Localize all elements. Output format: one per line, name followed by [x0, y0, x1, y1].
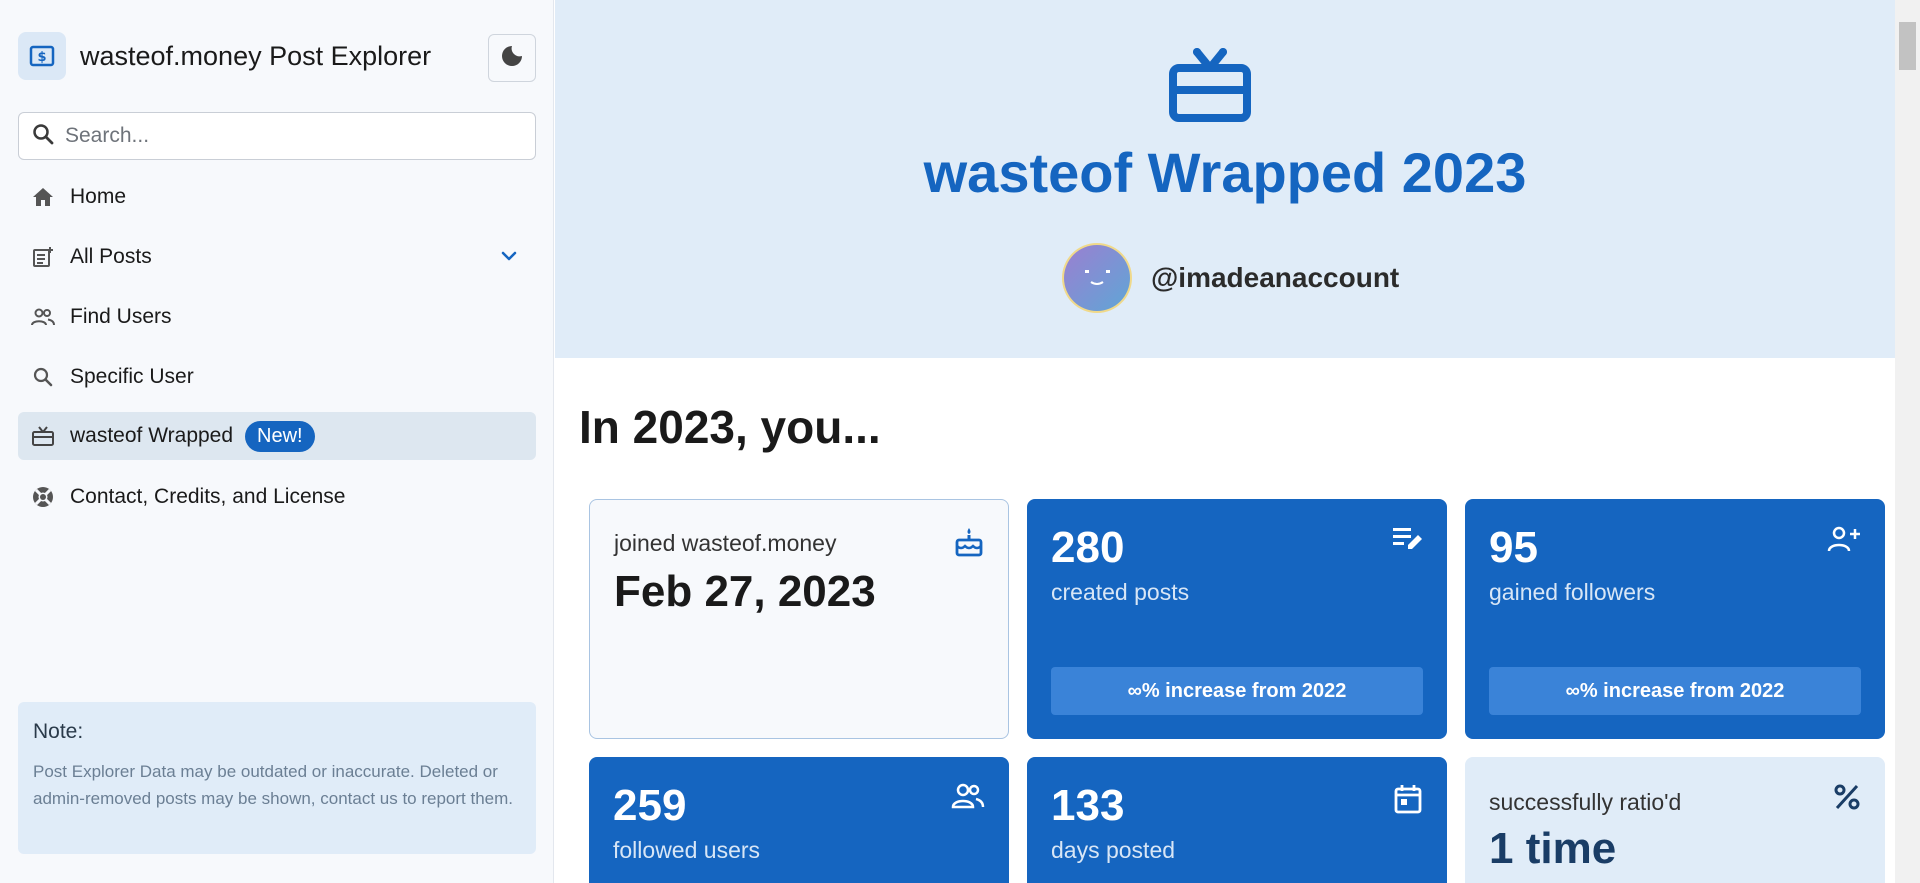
sidebar: $ wasteof.money Post Explorer Home All P…: [0, 0, 554, 883]
joined-label: joined wasteof.money: [614, 530, 837, 556]
people-icon: [951, 783, 985, 814]
days-label: days posted: [1051, 837, 1176, 863]
home-icon: [30, 184, 56, 210]
cake-icon: [954, 526, 984, 563]
nav-item-specific-user[interactable]: Specific User: [18, 353, 536, 401]
nav-item-home[interactable]: Home: [18, 173, 536, 221]
nav-label: Contact, Credits, and License: [70, 485, 346, 508]
brand[interactable]: $ wasteof.money Post Explorer: [18, 32, 431, 80]
joined-date: Feb 27, 2023: [614, 567, 876, 616]
nav-item-find-users[interactable]: Find Users: [18, 293, 536, 341]
page-title: wasteof Wrapped 2023: [923, 141, 1527, 204]
nav-label: Find Users: [70, 305, 172, 328]
followers-card: 95 gained followers ∞% increase from 202…: [1465, 499, 1885, 739]
edit-note-icon: [1391, 525, 1423, 558]
wrapped-hero: wasteof Wrapped 2023 @imadeanaccount: [555, 0, 1895, 358]
posts-change-badge: ∞% increase from 2022: [1051, 667, 1423, 715]
dollar-bill-icon: $: [18, 32, 66, 80]
nav-label: Home: [70, 185, 127, 208]
chevron-down-icon[interactable]: [498, 245, 520, 272]
posts-count: 280: [1051, 523, 1125, 572]
user-profile[interactable]: @imadeanaccount: [1061, 242, 1399, 314]
search-box[interactable]: [18, 112, 536, 160]
search-input[interactable]: [65, 124, 505, 148]
followers-change-badge: ∞% increase from 2022: [1489, 667, 1861, 715]
joined-card: joined wasteof.money Feb 27, 2023: [589, 499, 1009, 739]
gift-icon: [1169, 46, 1251, 129]
username: @imadeanaccount: [1151, 262, 1400, 293]
post-list-icon: [30, 244, 56, 270]
svg-text:$: $: [37, 50, 46, 65]
search-icon: [31, 122, 55, 151]
posts-card: 280 created posts ∞% increase from 2022: [1027, 499, 1447, 739]
main-content: wasteof Wrapped 2023 @imadeanaccount In …: [555, 0, 1895, 883]
nav-label: Specific User: [70, 365, 194, 388]
person-add-icon: [1827, 525, 1861, 558]
followers-label: gained followers: [1489, 579, 1656, 605]
gift-icon: [30, 423, 56, 449]
ratio-value: 1 time: [1489, 824, 1617, 873]
percent-icon: [1833, 783, 1861, 816]
days-count: 133: [1051, 781, 1125, 830]
scrollbar-thumb[interactable]: [1899, 22, 1916, 70]
search-icon: [30, 364, 56, 390]
following-card: 259 followed users: [589, 757, 1009, 883]
note-box: Note: Post Explorer Data may be outdated…: [18, 702, 536, 854]
ratio-label: successfully ratio'd: [1489, 789, 1682, 815]
nav-item-wasteof-wrapped[interactable]: wasteof Wrapped New!: [18, 412, 536, 460]
nav-item-all-posts[interactable]: All Posts: [18, 233, 536, 281]
moon-icon: [500, 44, 524, 73]
scrollbar[interactable]: [1895, 0, 1920, 883]
calendar-icon: [1393, 783, 1423, 820]
new-badge: New!: [245, 420, 315, 452]
followers-count: 95: [1489, 523, 1538, 572]
app-title: wasteof.money Post Explorer: [80, 40, 432, 71]
following-count: 259: [613, 781, 687, 830]
nav-label: wasteof Wrapped: [70, 424, 234, 447]
avatar[interactable]: [1061, 242, 1133, 314]
ratio-card: successfully ratio'd 1 time: [1465, 757, 1885, 883]
days-card: 133 days posted: [1027, 757, 1447, 883]
nav-label: All Posts: [70, 245, 152, 268]
users-icon: [30, 304, 56, 330]
note-title: Note:: [33, 720, 84, 743]
nav-item-contact[interactable]: Contact, Credits, and License: [18, 473, 536, 521]
section-title: In 2023, you...: [579, 401, 881, 453]
theme-toggle-button[interactable]: [488, 34, 536, 82]
lifebuoy-icon: [30, 484, 56, 510]
following-label: followed users: [613, 837, 761, 863]
posts-label: created posts: [1051, 579, 1190, 605]
note-text: Post Explorer Data may be outdated or in…: [33, 762, 514, 808]
